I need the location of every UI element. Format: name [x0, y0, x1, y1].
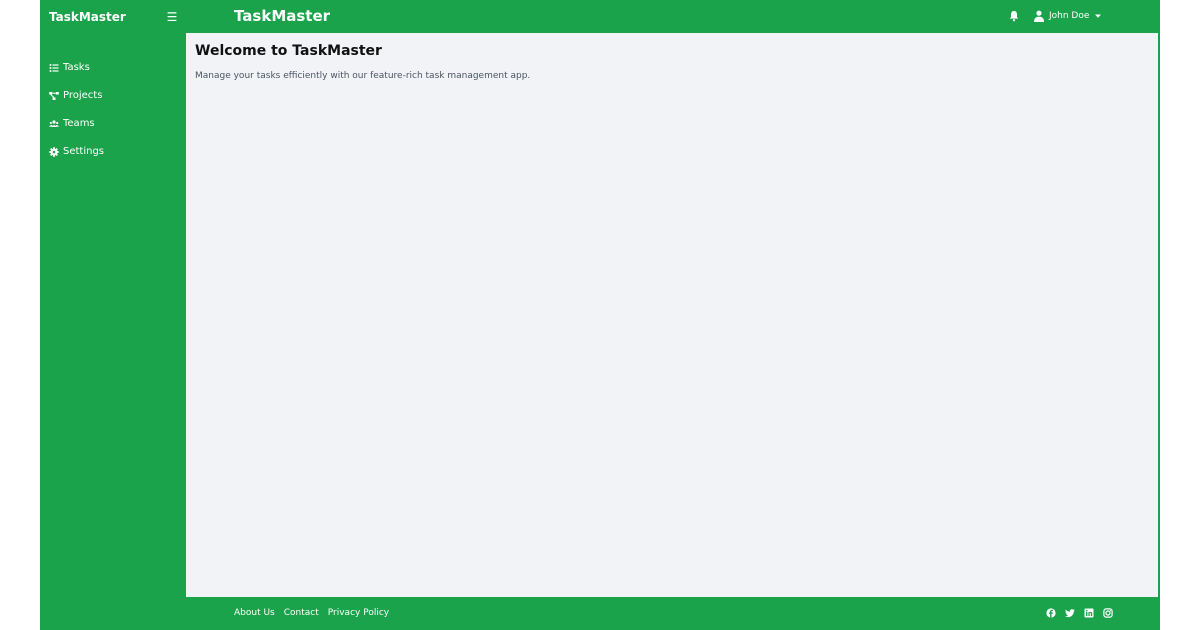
- facebook-icon[interactable]: [1046, 608, 1056, 618]
- sidebar-item-label: Settings: [63, 146, 105, 157]
- hamburger-icon[interactable]: ☰: [166, 10, 178, 24]
- instagram-icon[interactable]: [1103, 608, 1113, 618]
- users-icon: [49, 119, 59, 129]
- caret-down-icon: [1094, 12, 1102, 20]
- sidebar-item-projects[interactable]: Projects: [49, 88, 179, 103]
- user-name: John Doe: [1049, 11, 1090, 21]
- user-menu[interactable]: John Doe: [1034, 10, 1102, 22]
- footer-links: About Us Contact Privacy Policy: [234, 607, 398, 619]
- sidebar: TaskMaster ☰ Tasks Projects Teams Settin…: [40, 0, 186, 630]
- gear-icon: [49, 146, 59, 157]
- bell-icon[interactable]: [1008, 10, 1020, 22]
- sidebar-item-label: Teams: [63, 118, 95, 129]
- footer-link-about-us[interactable]: About Us: [234, 607, 275, 619]
- footer-social-links: [1046, 608, 1122, 618]
- sidebar-nav: Tasks Projects Teams Settings: [49, 60, 179, 172]
- list-icon: [49, 63, 59, 73]
- footer-link-contact[interactable]: Contact: [284, 607, 319, 619]
- sidebar-item-label: Tasks: [63, 62, 90, 73]
- sidebar-item-label: Projects: [63, 90, 103, 101]
- user-icon: [1034, 10, 1044, 22]
- footer: About Us Contact Privacy Policy: [186, 597, 1160, 630]
- linkedin-icon[interactable]: [1084, 608, 1094, 618]
- main-content: Welcome to TaskMaster Manage your tasks …: [186, 33, 1158, 597]
- footer-link-privacy-policy[interactable]: Privacy Policy: [328, 607, 389, 619]
- twitter-icon[interactable]: [1065, 608, 1075, 618]
- app-shell: TaskMaster ☰ Tasks Projects Teams Settin…: [40, 0, 1160, 630]
- sidebar-brand: TaskMaster: [49, 10, 126, 24]
- page-title: TaskMaster: [234, 7, 331, 25]
- welcome-description: Manage your tasks efficiently with our f…: [195, 71, 531, 81]
- project-diagram-icon: [49, 91, 59, 101]
- sidebar-item-tasks[interactable]: Tasks: [49, 60, 179, 75]
- sidebar-item-teams[interactable]: Teams: [49, 116, 179, 131]
- welcome-heading: Welcome to TaskMaster: [195, 43, 382, 59]
- header-actions: John Doe: [1008, 9, 1102, 23]
- sidebar-item-settings[interactable]: Settings: [49, 144, 179, 159]
